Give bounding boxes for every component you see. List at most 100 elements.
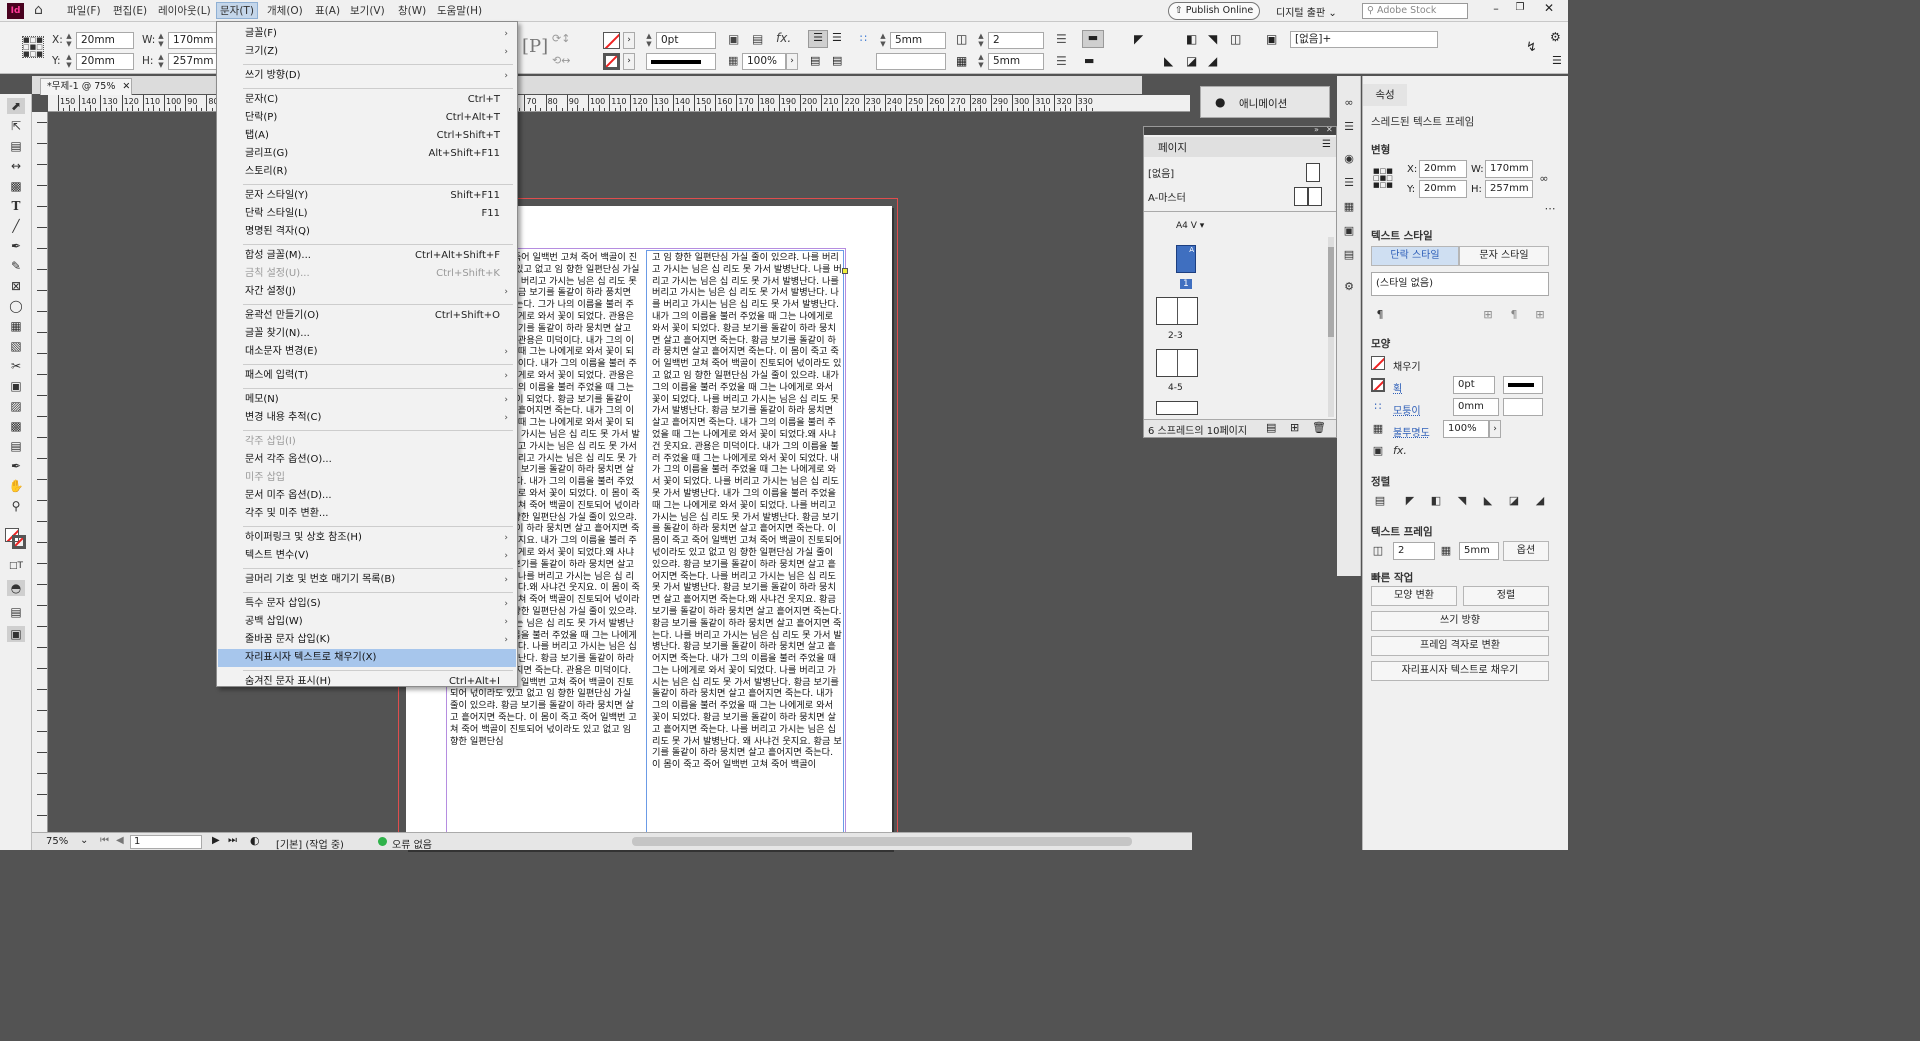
gutter-field[interactable]: 5mm [1459,542,1499,560]
collapse-icon[interactable]: » [1314,125,1319,134]
type-menu-item[interactable]: 탭(A) Ctrl+Shift+T [218,127,516,145]
type-menu-item[interactable]: 크기(Z) › [218,43,516,61]
trash-icon[interactable]: 🗑 [1312,421,1326,434]
prop-y-field[interactable]: 20mm [1419,180,1467,198]
page-number-field[interactable]: 1 [130,835,202,849]
type-menu-item[interactable]: 글리프(G) Alt+Shift+F11 [218,145,516,163]
x-field[interactable]: 20mm [76,32,134,49]
inset-field[interactable]: 5mm [890,32,946,49]
stroke-type-select[interactable] [1503,376,1543,394]
reference-point-icon[interactable]: ■□■ □■□ ■□■ [22,36,44,58]
align-top-edges-icon[interactable]: ◣ [1164,54,1173,68]
align-vcenter-icon[interactable]: ◪ [1186,54,1197,68]
type-menu-item[interactable]: 공백 삽입(W) › [218,613,516,631]
content-collector-icon[interactable]: ▩ [7,178,25,194]
type-menu-item[interactable]: 메모(N) › [218,391,516,409]
paragraph-style-tab[interactable]: 단락 스타일 [1371,246,1459,266]
chevron-right-icon[interactable]: › [786,53,798,70]
pencil-tool-icon[interactable]: ✎ [7,258,25,274]
pages-tab[interactable]: 페이지 ☰ [1144,137,1336,157]
fill-placeholder-button[interactable]: 자리표시자 텍스트로 채우기 [1371,661,1549,681]
close-button[interactable]: ✕ [1538,1,1560,19]
formatting-container-icon[interactable]: □T [7,558,25,574]
preflight-status[interactable]: 오류 없음 [392,836,432,851]
text-frame-options-button[interactable]: 옵션 [1503,541,1549,561]
last-page-icon[interactable]: ⏭ [228,835,237,846]
lightning-icon[interactable]: ↯ [1526,40,1537,55]
type-menu-item[interactable]: 문자(C) Ctrl+T [218,91,516,109]
scissors-tool-icon[interactable]: ✂ [7,358,25,374]
gutter-stepper[interactable]: ▲ ▼ [976,53,986,70]
mode-label[interactable]: [기본] (작업 중) [276,836,344,851]
h-field[interactable]: 257mm [168,53,218,70]
align-right-edges-icon[interactable]: ◥ [1208,32,1217,46]
type-menu-item[interactable]: 글머리 기호 및 번호 매기기 목록(B) › [218,571,516,589]
rotate-icon[interactable]: ⟳↕ [552,32,570,45]
align-hcenter-icon[interactable]: ◧ [1429,494,1443,508]
apply-none-icon[interactable]: ◓ [7,580,25,596]
effects-icon[interactable]: fx. [776,31,791,45]
gap-tool-icon[interactable]: ↔ [7,158,25,174]
align-right-icon[interactable]: ◥ [1455,494,1469,508]
table-tool-icon[interactable]: ▦ [7,318,25,334]
spread-4-5-thumb[interactable] [1156,349,1198,377]
type-menu-item[interactable]: 문자 스타일(Y) Shift+F11 [218,187,516,205]
stroke-weight-stepper[interactable]: ▲ ▼ [644,32,654,49]
type-menu-item[interactable]: 글꼴(F) › [218,25,516,43]
free-transform-icon[interactable]: ▣ [7,378,25,394]
w-stepper[interactable]: ▲ ▼ [156,32,166,49]
align-to-icon[interactable]: ▤ [1373,494,1387,508]
pages-scrollbar[interactable] [1328,237,1334,417]
quick-align-button[interactable]: 정렬 [1463,586,1549,606]
align-top-icon[interactable]: ☰ [808,30,828,48]
layers-icon[interactable]: ☰ [1341,120,1357,134]
text-column-2[interactable]: 고 임 향한 일편단심 가실 줄이 있으랴. 나를 버리고 가시는 님은 십 리… [652,252,844,850]
color-icon[interactable]: ◉ [1341,152,1357,166]
add-icon[interactable]: ⊞ [1533,308,1547,322]
split-column-icon[interactable]: ▬ [1084,54,1094,67]
type-menu-item[interactable]: 합성 글꼴(M)... Ctrl+Alt+Shift+F [218,247,516,265]
shear-icon[interactable]: ⟲↔ [552,54,570,67]
adobe-stock-search[interactable]: ⚲ Adobe Stock [1362,3,1468,19]
constrain-link-icon[interactable]: ∞ [1537,172,1551,186]
type-menu-item[interactable]: 변경 내용 추적(C) › [218,409,516,427]
stroke-none-swatch[interactable] [1371,378,1385,392]
menu-help[interactable]: 도움말(H) [434,3,485,20]
type-menu-item[interactable]: 하이퍼링크 및 상호 참조(H) › [218,529,516,547]
chevron-right-icon[interactable]: › [623,32,635,49]
selection-tool-icon[interactable]: ⬈ [7,98,25,114]
align-bottom-edges-icon[interactable]: ◢ [1208,54,1217,68]
publish-online-button[interactable]: ⇧ Publish Online [1168,2,1260,20]
align-left-icon[interactable]: ◤ [1403,494,1417,508]
new-style-icon[interactable]: ⊞ [1481,308,1495,322]
zoom-level[interactable]: 75% [46,836,68,847]
corner-radius-field[interactable]: 0mm [1453,398,1499,416]
justify-vertical-icon[interactable]: ▤ [832,54,842,67]
page-1-thumb[interactable]: A [1176,245,1196,273]
character-style-tab[interactable]: 문자 스타일 [1459,246,1549,266]
style-select[interactable]: (스타일 없음) [1371,272,1549,296]
next-page-icon[interactable]: ▶ [212,835,220,846]
chevron-down-icon[interactable]: ⌄ [80,835,88,846]
fill-stroke-swatch[interactable] [5,528,27,550]
first-page-icon[interactable]: ⏮ [100,835,109,846]
horizontal-scrollbar[interactable] [632,837,1132,846]
opacity-field[interactable]: 100% [1443,420,1489,438]
settings-icon[interactable]: ⚙ [1550,30,1561,44]
restore-button[interactable]: ❐ [1510,2,1530,18]
menu-table[interactable]: 표(A) [312,3,343,20]
stroke-none-icon[interactable] [603,53,620,70]
frame-tool-icon[interactable]: ⊠ [7,278,25,294]
document-tab[interactable]: *무제-1 @ 75% ✕ [40,78,132,95]
close-icon[interactable]: ✕ [122,81,130,92]
convert-frame-grid-button[interactable]: 프레임 격자로 변환 [1371,636,1549,656]
type-menu-item[interactable]: 단락(P) Ctrl+Alt+T [218,109,516,127]
cc-libraries-icon[interactable]: ⚙ [1341,280,1357,294]
page-size-select[interactable]: A4 V ▾ [1176,221,1204,231]
type-menu-item[interactable]: 단락 스타일(L) F11 [218,205,516,223]
y-field[interactable]: 20mm [76,53,134,70]
properties-tab[interactable]: 속성 [1363,84,1407,106]
align-center-icon[interactable]: ☰ [832,31,842,44]
master-a-thumb-right[interactable] [1308,187,1322,206]
gutter-field[interactable]: 5mm [988,53,1044,70]
